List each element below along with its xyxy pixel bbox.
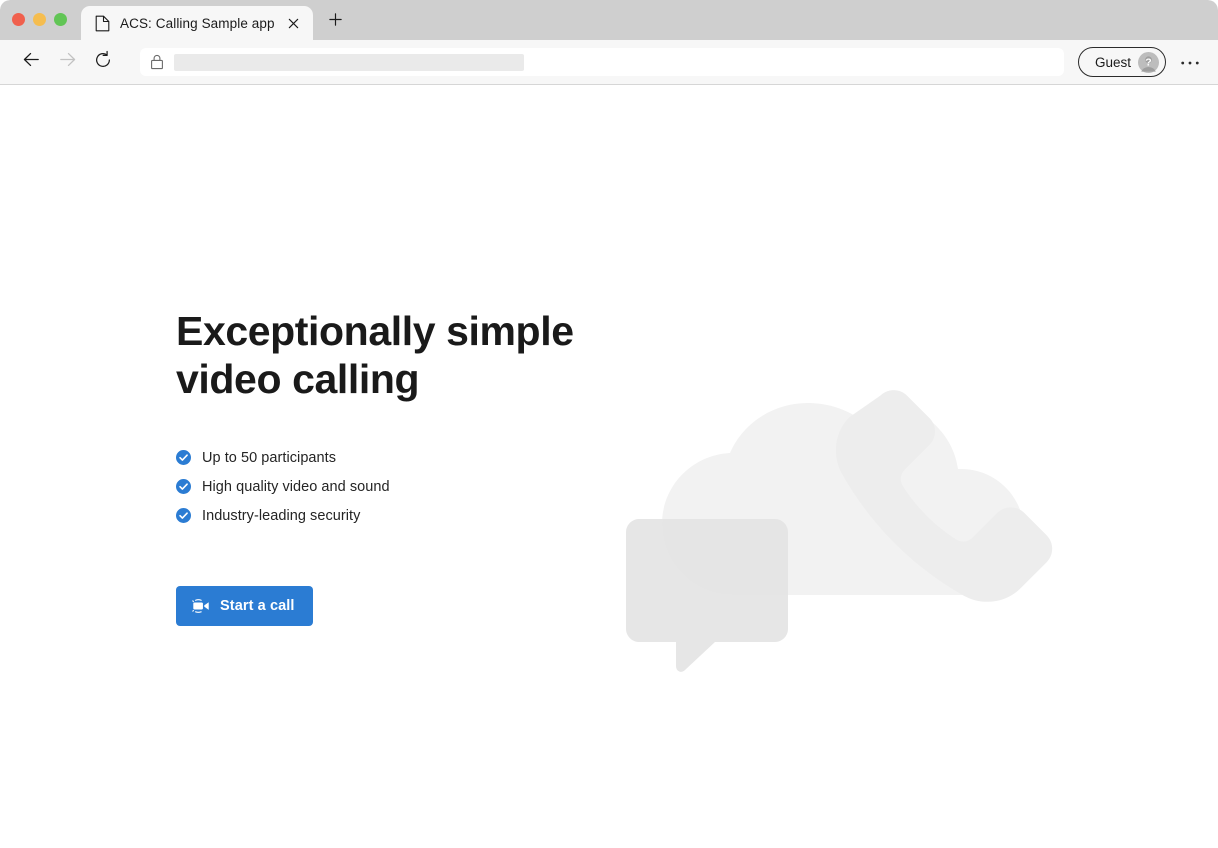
window-controls <box>12 0 67 40</box>
start-a-call-button[interactable]: Start a call <box>176 586 313 626</box>
browser-window: ACS: Calling Sample app Guest ? Exceptio… <box>0 0 1218 848</box>
check-circle-icon <box>176 508 191 523</box>
feature-label: Industry-leading security <box>202 507 361 524</box>
close-icon[interactable] <box>285 14 303 32</box>
plus-icon <box>328 12 343 32</box>
lock-icon <box>150 54 164 70</box>
feature-label: High quality video and sound <box>202 478 390 495</box>
feature-list: Up to 50 participants High quality video… <box>176 443 596 530</box>
url-text[interactable] <box>174 53 524 71</box>
hero-section: Exceptionally simple video calling Up to… <box>0 85 1218 848</box>
minimize-window-button[interactable] <box>33 12 46 26</box>
svg-text:?: ? <box>1145 56 1151 68</box>
ellipsis-icon <box>1180 53 1200 71</box>
chat-bubble-shape <box>626 519 788 672</box>
page-icon <box>95 15 110 32</box>
reload-icon <box>93 50 113 75</box>
close-window-button[interactable] <box>12 12 25 26</box>
video-camera-icon <box>192 598 211 614</box>
reload-button[interactable] <box>86 45 120 79</box>
tab-strip: ACS: Calling Sample app <box>0 0 1218 40</box>
forward-button[interactable] <box>50 45 84 79</box>
maximize-window-button[interactable] <box>54 12 67 26</box>
tab-title: ACS: Calling Sample app <box>120 15 275 31</box>
browser-toolbar: Guest ? <box>0 40 1218 85</box>
feature-label: Up to 50 participants <box>202 449 337 466</box>
address-bar[interactable] <box>140 48 1064 76</box>
page-content: Exceptionally simple video calling Up to… <box>0 85 1218 848</box>
check-circle-icon <box>176 479 191 494</box>
back-button[interactable] <box>14 45 48 79</box>
list-item: Industry-leading security <box>176 501 596 530</box>
new-tab-button[interactable] <box>321 7 351 37</box>
start-a-call-label: Start a call <box>220 598 295 614</box>
forward-arrow-icon <box>57 49 78 75</box>
list-item: Up to 50 participants <box>176 443 596 472</box>
hero-copy: Exceptionally simple video calling Up to… <box>176 307 596 626</box>
list-item: High quality video and sound <box>176 472 596 501</box>
check-circle-icon <box>176 450 191 465</box>
page-title: Exceptionally simple video calling <box>176 308 574 402</box>
profile-button[interactable]: Guest ? <box>1077 47 1166 77</box>
back-arrow-icon <box>21 49 42 75</box>
profile-label: Guest <box>1094 54 1131 70</box>
account-question-icon: ? <box>1138 51 1159 73</box>
browser-tab[interactable]: ACS: Calling Sample app <box>81 6 313 40</box>
browser-menu-button[interactable] <box>1174 46 1206 78</box>
cloud-phone-chat-illustration <box>615 385 1065 675</box>
